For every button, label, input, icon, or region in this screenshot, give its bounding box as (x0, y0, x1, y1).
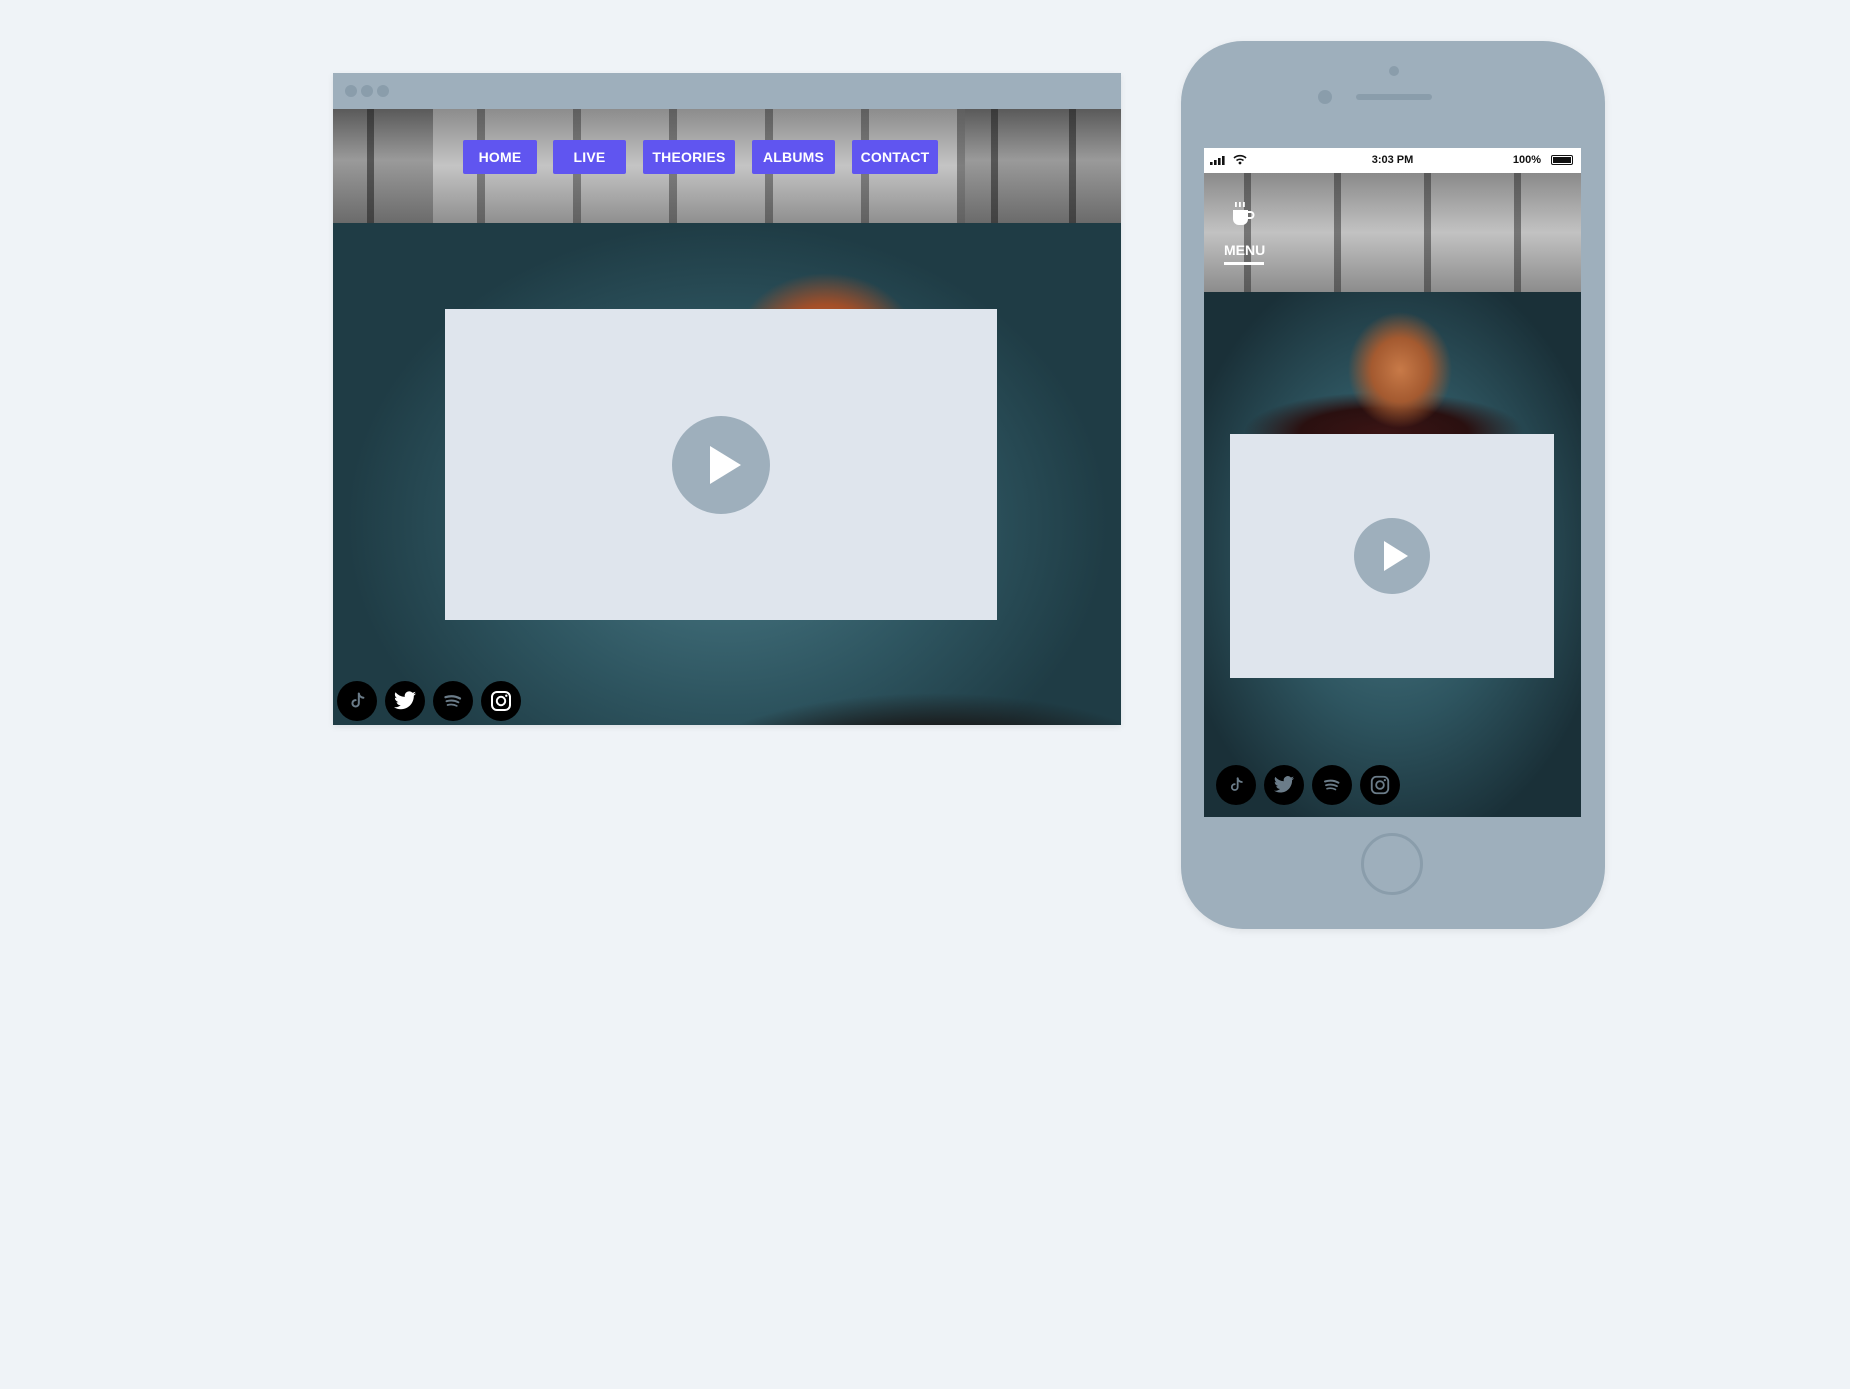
coffee-cup-icon (1233, 202, 1255, 225)
instagram-icon (1370, 775, 1390, 795)
twitter-link[interactable] (385, 681, 425, 721)
nav-theories-button[interactable]: THEORIES (643, 140, 735, 174)
phone-screen: 3:03 PM 100% MENU (1204, 148, 1581, 817)
nav-home-button[interactable]: HOME (463, 140, 537, 174)
battery-icon (1551, 155, 1573, 165)
window-dot-minimize[interactable] (361, 85, 373, 97)
instagram-link[interactable] (481, 681, 521, 721)
play-button[interactable] (672, 416, 770, 514)
mobile-preview: 3:03 PM 100% MENU (1181, 41, 1605, 929)
mobile-header-forest-image: MENU (1204, 173, 1581, 292)
phone-speaker (1356, 94, 1432, 100)
spotify-icon (444, 695, 462, 707)
phone-front-sensor (1318, 90, 1332, 104)
mobile-menu-button[interactable]: MENU (1224, 242, 1265, 258)
tiktok-icon (351, 692, 365, 708)
mobile-instagram-link[interactable] (1360, 765, 1400, 805)
status-bar: 3:03 PM 100% (1204, 148, 1581, 173)
play-icon (710, 446, 741, 484)
nav-contact-button[interactable]: CONTACT (852, 140, 938, 174)
battery-percent: 100% (1512, 154, 1541, 166)
spotify-icon (1324, 779, 1340, 791)
tiktok-link[interactable] (337, 681, 377, 721)
mobile-twitter-link[interactable] (1264, 765, 1304, 805)
instagram-icon (491, 691, 511, 711)
phone-home-button[interactable] (1361, 833, 1423, 895)
nav-live-button[interactable]: LIVE (553, 140, 626, 174)
twitter-icon (394, 691, 416, 710)
play-icon (1384, 541, 1408, 571)
browser-toolbar (333, 73, 1121, 109)
mobile-spotify-link[interactable] (1312, 765, 1352, 805)
twitter-icon (1273, 776, 1295, 793)
window-dot-maximize[interactable] (377, 85, 389, 97)
video-player[interactable] (445, 309, 997, 620)
mobile-video-player[interactable] (1230, 434, 1554, 678)
spotify-link[interactable] (433, 681, 473, 721)
tiktok-icon (1230, 777, 1243, 791)
phone-camera (1389, 66, 1399, 76)
mobile-tiktok-link[interactable] (1216, 765, 1256, 805)
nav-albums-button[interactable]: ALBUMS (752, 140, 835, 174)
mobile-play-button[interactable] (1354, 518, 1430, 594)
window-dot-close[interactable] (345, 85, 357, 97)
menu-underline (1224, 262, 1264, 265)
